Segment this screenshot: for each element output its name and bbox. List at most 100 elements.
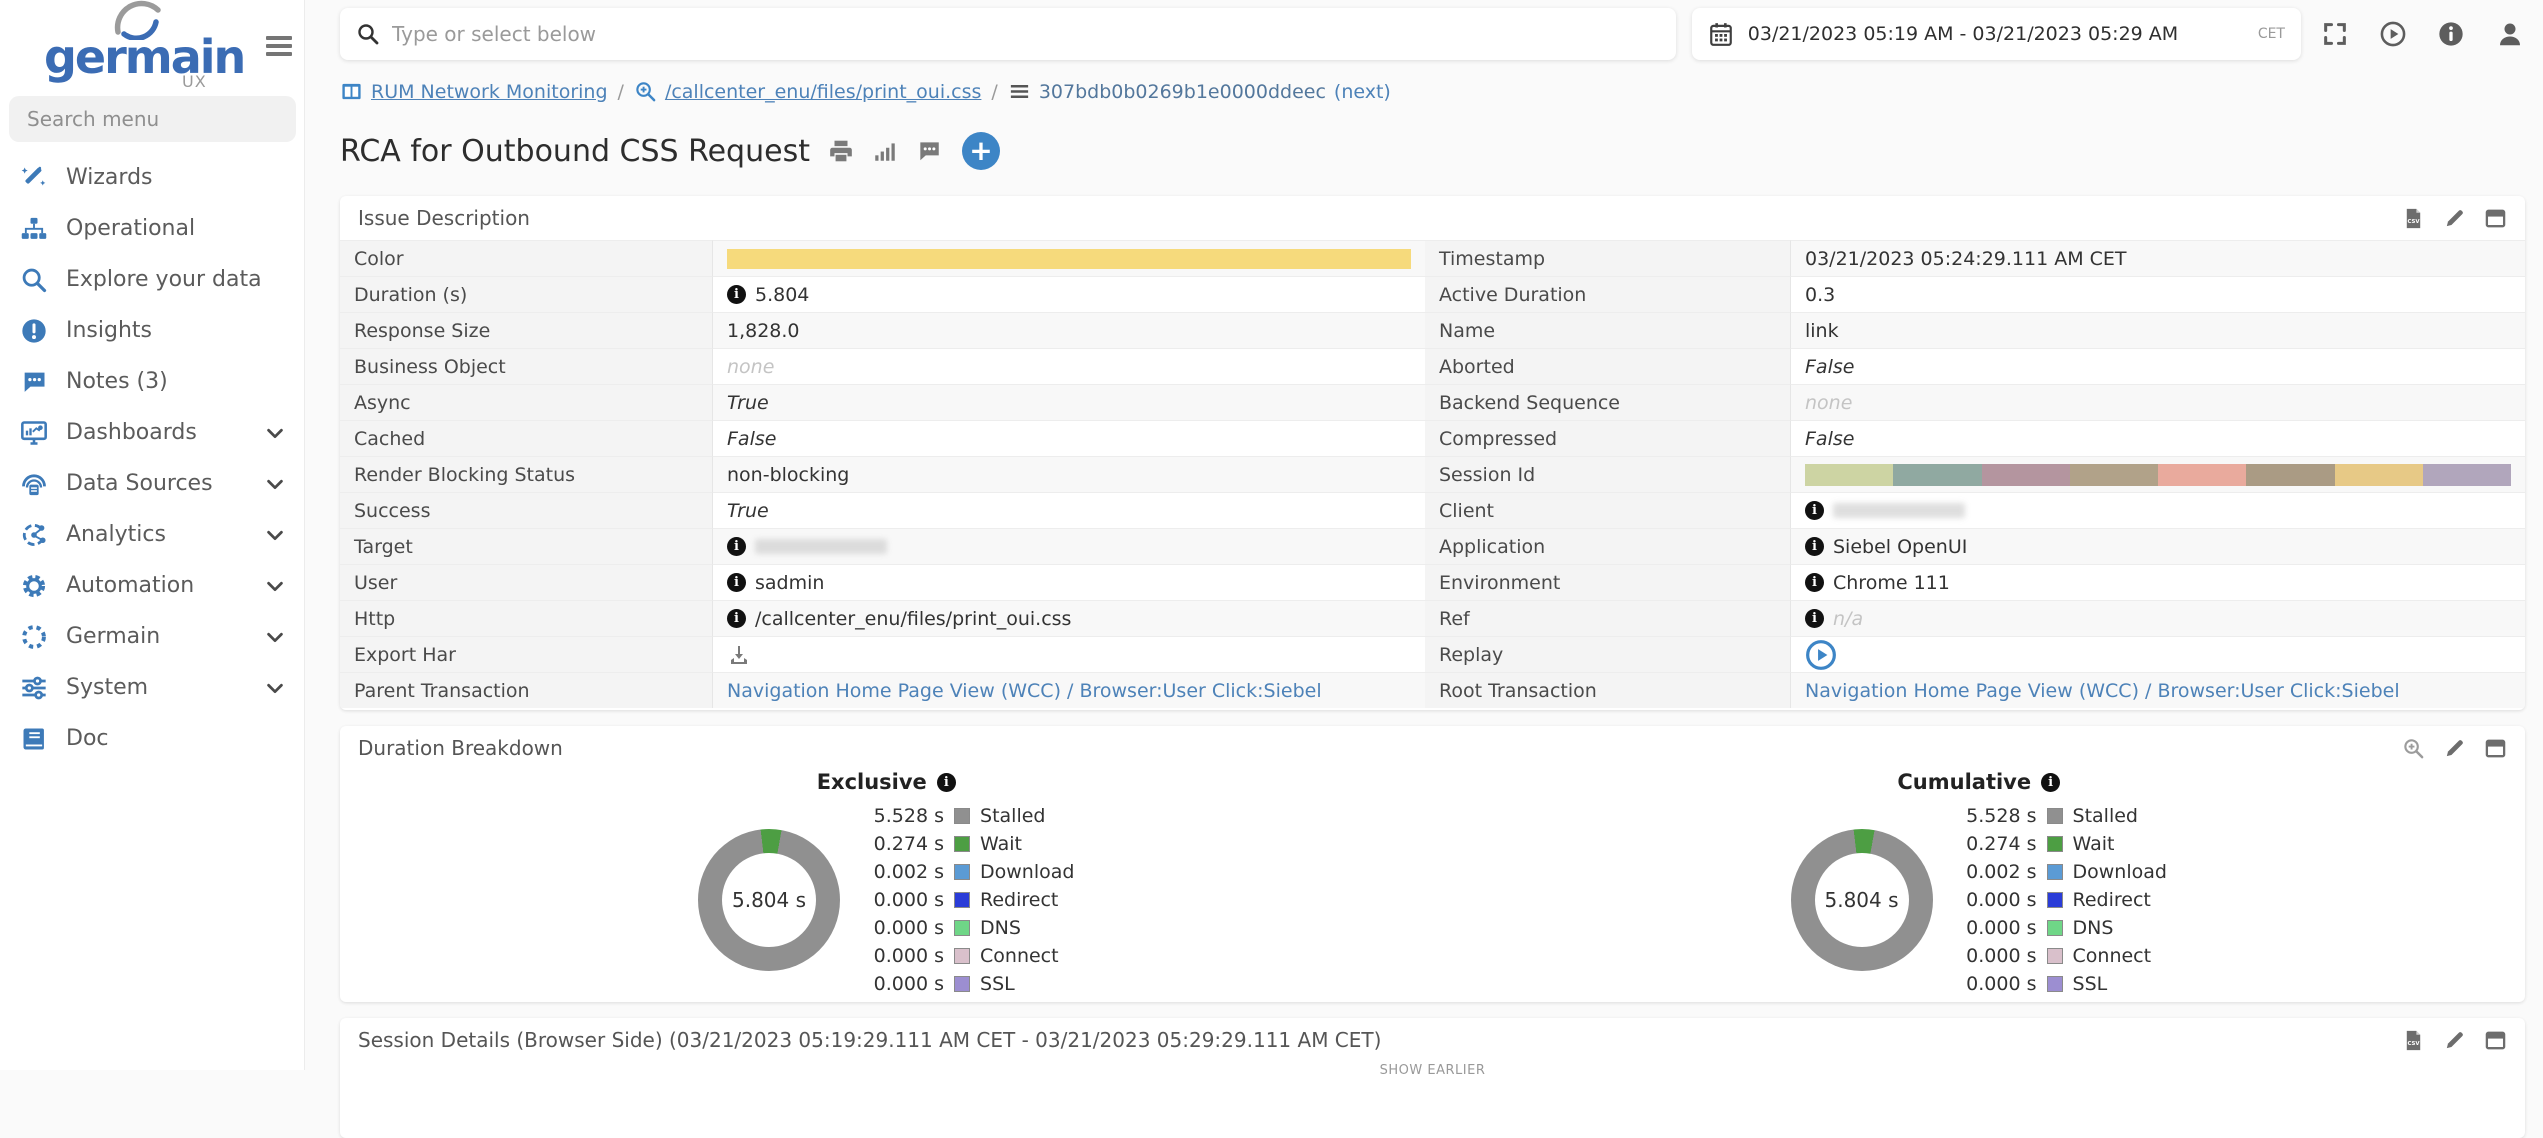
breadcrumb-next-link[interactable]: (next) [1334, 81, 1391, 103]
export-csv-icon[interactable] [2402, 1029, 2425, 1052]
logo-text: germain [44, 34, 304, 80]
play-icon[interactable] [2379, 20, 2407, 48]
legend-item-dns[interactable]: 0.000 sDNS [1961, 914, 2167, 942]
transaction-link[interactable]: Navigation Home Page View (WCC) / Browse… [727, 680, 1322, 702]
legend-item-redirect[interactable]: 0.000 sRedirect [868, 886, 1074, 914]
window-icon[interactable] [2484, 737, 2507, 760]
breadcrumb-link[interactable]: /callcenter_enu/files/print_oui.css [665, 81, 981, 103]
info-dot-icon[interactable]: i [1805, 573, 1824, 592]
info-dot-icon[interactable]: i [727, 609, 746, 628]
issue-panel-header: Issue Description [340, 196, 2525, 240]
comment-icon[interactable] [916, 138, 942, 164]
legend-item-redirect[interactable]: 0.000 sRedirect [1961, 886, 2167, 914]
info-icon[interactable] [2437, 20, 2465, 48]
chevron-down-icon [264, 626, 286, 648]
legend-swatch [2047, 892, 2063, 908]
info-dot-icon[interactable]: i [727, 537, 746, 556]
breadcrumb-separator: / [991, 81, 997, 103]
legend-item-wait[interactable]: 0.274 sWait [868, 830, 1074, 858]
window-icon[interactable] [2484, 1029, 2507, 1052]
legend-label: DNS [2073, 917, 2114, 939]
legend-label: Download [2073, 861, 2167, 883]
export-csv-icon[interactable] [2402, 207, 2425, 230]
info-dot-icon[interactable]: i [937, 773, 956, 792]
window-icon[interactable] [2484, 207, 2507, 230]
global-search[interactable] [340, 8, 1676, 60]
sidebar-item-germain[interactable]: Germain [0, 611, 304, 662]
global-search-input[interactable] [392, 22, 1660, 46]
info-dot-icon[interactable]: i [1805, 501, 1824, 520]
show-earlier-button[interactable]: SHOW EARLIER [340, 1063, 2525, 1078]
user-avatar-icon[interactable] [2495, 19, 2525, 49]
legend-item-connect[interactable]: 0.000 sConnect [868, 942, 1074, 970]
print-icon[interactable] [828, 138, 854, 164]
legend-item-stalled[interactable]: 5.528 sStalled [868, 802, 1074, 830]
field-value-cached: False [712, 420, 1425, 456]
legend-item-connect[interactable]: 0.000 sConnect [1961, 942, 2167, 970]
sidebar-item-system[interactable]: System [0, 662, 304, 713]
legend-label: Connect [980, 945, 1059, 967]
add-button[interactable]: + [962, 132, 1000, 170]
sidebar: germain UX WizardsOperationalExplore you… [0, 0, 305, 1070]
chart-title: Cumulativei [1897, 770, 2060, 794]
redacted-value [1833, 503, 1965, 518]
info-dot-icon[interactable]: i [1805, 609, 1824, 628]
replay-play-button[interactable] [1805, 639, 1837, 671]
field-label-parent-transaction: Parent Transaction [340, 672, 712, 708]
transaction-link[interactable]: Navigation Home Page View (WCC) / Browse… [1805, 680, 2400, 702]
field-label-export-har: Export Har [340, 636, 712, 672]
field-label-replay: Replay [1425, 636, 1790, 672]
legend-item-download[interactable]: 0.002 sDownload [868, 858, 1074, 886]
sliders-icon [20, 674, 48, 702]
logo-subtext: UX [182, 72, 207, 91]
sidebar-item-doc[interactable]: Doc [0, 713, 304, 764]
edit-icon[interactable] [2443, 207, 2466, 230]
sidebar-item-analytics[interactable]: Analytics [0, 509, 304, 560]
sidebar-item-operational[interactable]: Operational [0, 203, 304, 254]
sidebar-item-wizards[interactable]: Wizards [0, 152, 304, 203]
legend-swatch [2047, 976, 2063, 992]
edit-icon[interactable] [2443, 737, 2466, 760]
sidebar-item-dashboards[interactable]: Dashboards [0, 407, 304, 458]
download-icon[interactable] [727, 643, 751, 667]
sidebar-item-notes-3[interactable]: Notes (3) [0, 356, 304, 407]
sidebar-item-label: System [66, 675, 148, 700]
field-value-application: i Siebel OpenUI [1790, 528, 2525, 564]
sidebar-item-label: Notes (3) [66, 369, 168, 394]
value-text: 03/21/2023 05:24:29.111 AM CET [1805, 248, 2127, 270]
sidebar-search-input[interactable] [9, 96, 296, 142]
legend-item-wait[interactable]: 0.274 sWait [1961, 830, 2167, 858]
breadcrumb-link[interactable]: RUM Network Monitoring [371, 81, 608, 103]
signal-bars-icon[interactable] [872, 138, 898, 164]
book-icon [20, 725, 48, 753]
legend-item-stalled[interactable]: 5.528 sStalled [1961, 802, 2167, 830]
field-value-session-id [1790, 456, 2525, 492]
value-text: Siebel OpenUI [1833, 536, 1967, 558]
sidebar-item-insights[interactable]: Insights [0, 305, 304, 356]
field-label-cached: Cached [340, 420, 712, 456]
app-logo[interactable]: germain UX [0, 0, 304, 92]
field-value-color [712, 240, 1425, 276]
breadcrumb-item-resource[interactable]: /callcenter_enu/files/print_oui.css [634, 80, 981, 103]
sidebar-item-data-sources[interactable]: Data Sources [0, 458, 304, 509]
legend-item-ssl[interactable]: 0.000 sSSL [1961, 970, 2167, 998]
search-icon [20, 266, 48, 294]
chart-legend: 5.528 sStalled0.274 sWait0.002 sDownload… [868, 802, 1074, 998]
fullscreen-icon[interactable] [2321, 20, 2349, 48]
info-dot-icon[interactable]: i [727, 285, 746, 304]
legend-item-download[interactable]: 0.002 sDownload [1961, 858, 2167, 886]
date-range-picker[interactable]: 03/21/2023 05:19 AM - 03/21/2023 05:29 A… [1692, 8, 2301, 60]
legend-item-ssl[interactable]: 0.000 sSSL [868, 970, 1074, 998]
field-value-response-size: 1,828.0 [712, 312, 1425, 348]
legend-item-dns[interactable]: 0.000 sDNS [868, 914, 1074, 942]
info-dot-icon[interactable]: i [2041, 773, 2060, 792]
sidebar-item-explore-your-data[interactable]: Explore your data [0, 254, 304, 305]
edit-icon[interactable] [2443, 1029, 2466, 1052]
info-dot-icon[interactable]: i [1805, 537, 1824, 556]
sidebar-item-automation[interactable]: Automation [0, 560, 304, 611]
breadcrumb-item-dashboard[interactable]: RUM Network Monitoring [340, 80, 608, 103]
info-dot-icon[interactable]: i [727, 573, 746, 592]
field-label-client: Client [1425, 492, 1790, 528]
zoom-icon[interactable] [2402, 737, 2425, 760]
hamburger-menu-icon[interactable] [266, 32, 292, 60]
